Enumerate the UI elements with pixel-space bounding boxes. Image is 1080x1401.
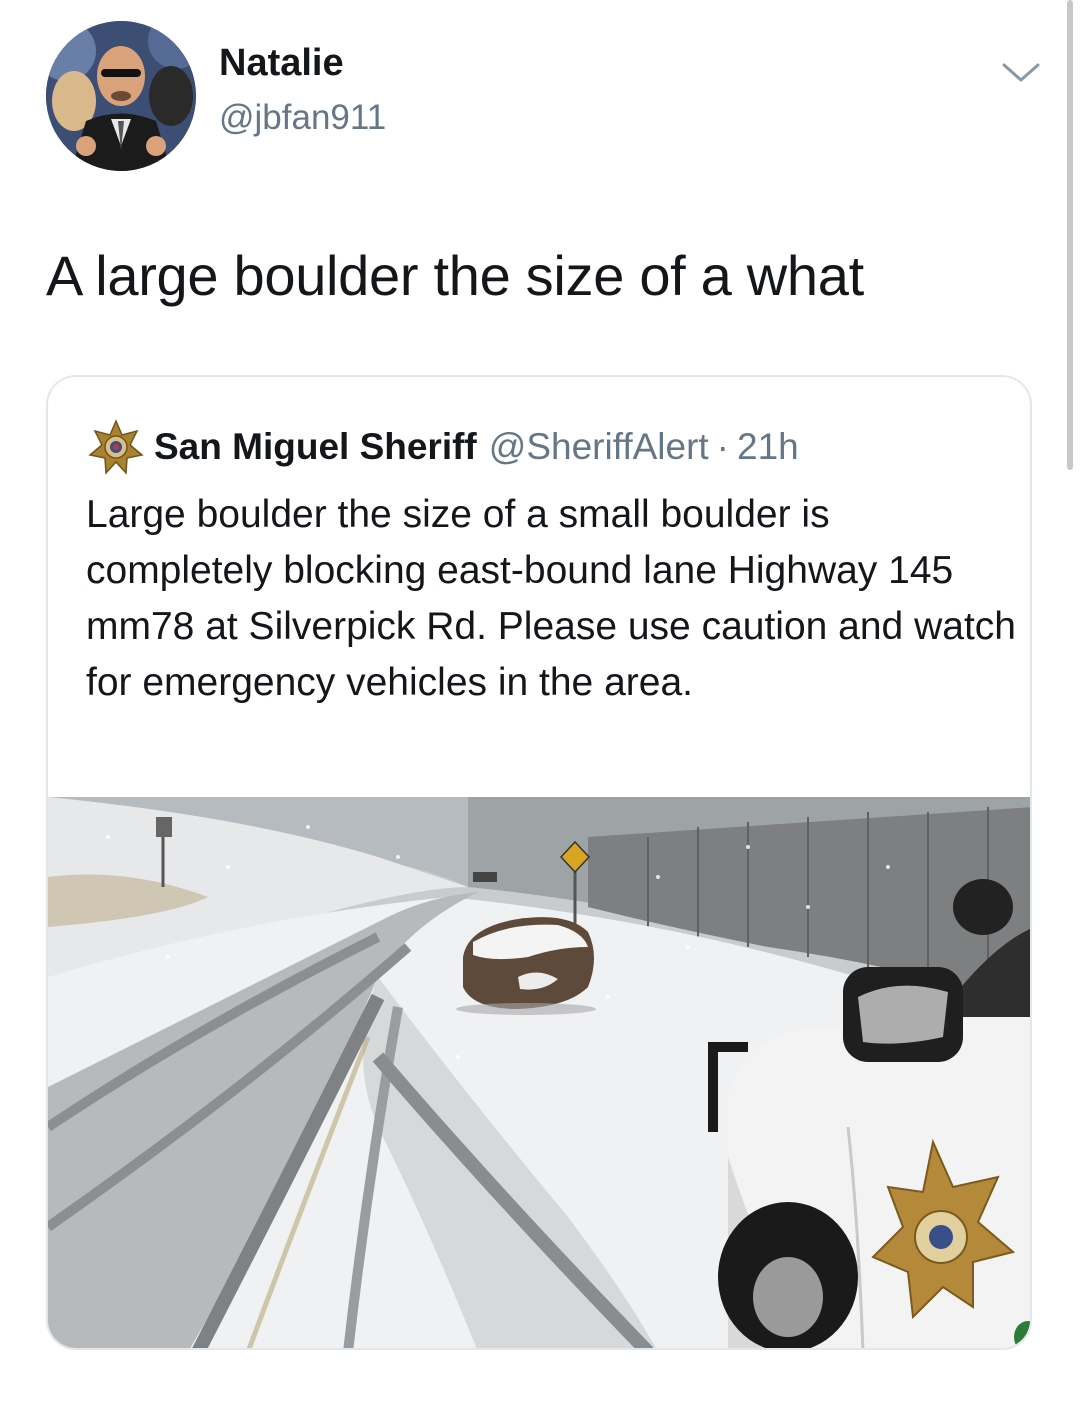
quoted-tweet-photo[interactable]: [48, 797, 1030, 1348]
quoted-tweet-header: San Miguel Sheriff @SheriffAlert · 21h: [86, 417, 799, 477]
chevron-down-icon[interactable]: [996, 48, 1046, 98]
header-separator: ·: [716, 426, 729, 467]
sheriff-star-icon: [88, 419, 144, 475]
quoted-tweet-timestamp[interactable]: 21h: [737, 426, 799, 468]
quoted-tweet-text: Large boulder the size of a small boulde…: [86, 493, 1016, 704]
author-display-name[interactable]: Natalie: [219, 42, 344, 85]
author-avatar[interactable]: [46, 21, 196, 171]
quoted-tweet-card[interactable]: San Miguel Sheriff @SheriffAlert · 21h L…: [46, 375, 1032, 1350]
author-handle[interactable]: @jbfan911: [219, 98, 386, 138]
tweet-text: A large boulder the size of a what: [46, 244, 864, 307]
scrollbar[interactable]: [1067, 0, 1073, 470]
quoted-author-name[interactable]: San Miguel Sheriff: [154, 426, 477, 468]
quoted-author-handle[interactable]: @SheriffAlert: [489, 426, 709, 468]
